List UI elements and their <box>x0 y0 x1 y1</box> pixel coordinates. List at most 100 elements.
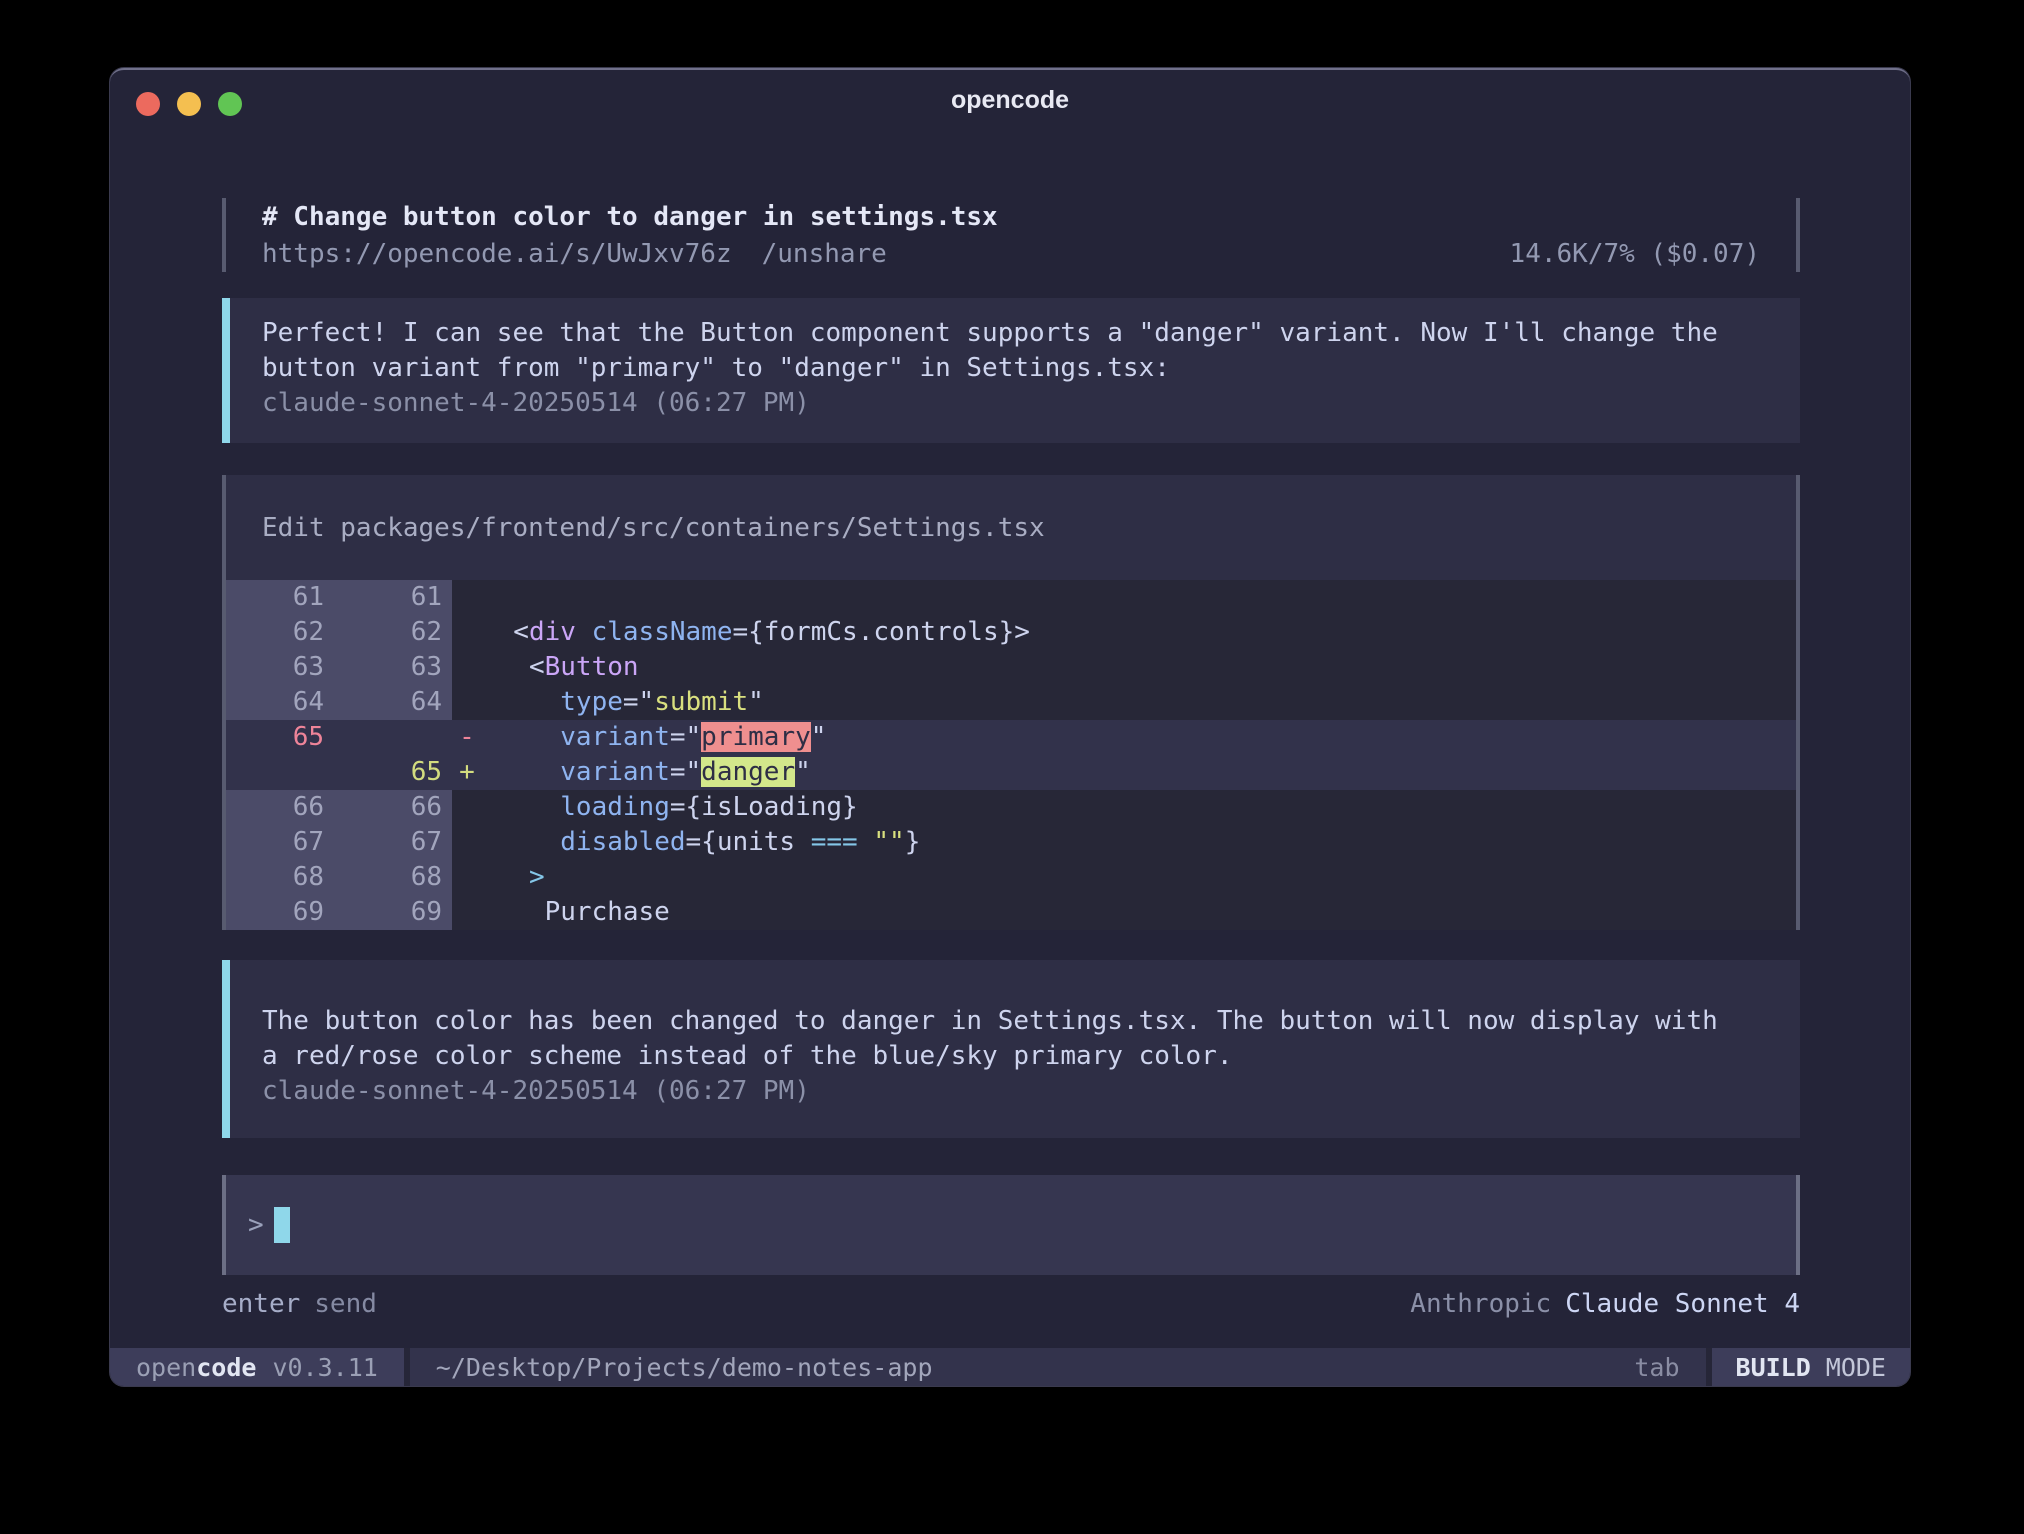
diff-row: 64 64 type="submit" <box>226 685 1796 720</box>
diff-table: 61 61 62 62 <div className={formCs.contr… <box>226 580 1796 930</box>
diff-row: 65 - variant="primary" <box>226 720 1796 755</box>
session-meta-row: https://opencode.ai/s/UwJxv76z /unshare … <box>262 236 1796 272</box>
old-line-number: 63 <box>226 650 324 685</box>
new-line-number: 69 <box>324 895 442 930</box>
new-line-number: 66 <box>324 790 442 825</box>
model-timestamp: claude-sonnet-4-20250514 (06:27 PM) <box>262 386 1770 421</box>
status-bar: opencode v0.3.11 ~/Desktop/Projects/demo-… <box>110 1348 1910 1386</box>
unshare-command[interactable]: /unshare <box>762 236 887 272</box>
new-line-number: 64 <box>324 685 442 720</box>
diff-gutter: 63 63 <box>226 650 452 685</box>
diff-code-line: variant="danger" <box>482 755 1796 790</box>
message-text: The button color has been changed to dan… <box>262 1004 1770 1039</box>
mode-label-build: BUILD <box>1736 1353 1811 1382</box>
old-line-number <box>226 755 324 790</box>
diff-sign <box>452 650 482 685</box>
diff-gutter: 65 <box>226 755 452 790</box>
new-line-number: 63 <box>324 650 442 685</box>
diff-row: 66 66 loading={isLoading} <box>226 790 1796 825</box>
old-line-number: 62 <box>226 615 324 650</box>
old-line-number: 61 <box>226 580 324 615</box>
diff-sign <box>452 825 482 860</box>
new-line-number: 62 <box>324 615 442 650</box>
diff-sign <box>452 790 482 825</box>
diff-sign <box>452 615 482 650</box>
provider-name: Anthropic <box>1410 1289 1551 1319</box>
assistant-message-2: The button color has been changed to dan… <box>222 960 1800 1138</box>
new-line-number: 61 <box>324 580 442 615</box>
diff-row: 69 69 Purchase <box>226 895 1796 930</box>
text-cursor <box>274 1207 290 1243</box>
token-usage: 14.6K/7% ($0.07) <box>1510 236 1760 272</box>
mode-label-mode: MODE <box>1826 1353 1886 1382</box>
diff-code-line: variant="primary" <box>482 720 1796 755</box>
mode-indicator: BUILD MODE <box>1712 1348 1910 1386</box>
session-header: # Change button color to danger in setti… <box>222 198 1800 272</box>
app-name-code: code <box>196 1353 256 1382</box>
diff-sign: + <box>452 755 482 790</box>
edit-tool-title: Edit packages/frontend/src/containers/Se… <box>226 475 1796 580</box>
old-line-number: 67 <box>226 825 324 860</box>
old-line-number: 69 <box>226 895 324 930</box>
prompt-symbol: > <box>248 1210 264 1240</box>
app-name-open: open <box>136 1353 196 1382</box>
new-line-number <box>324 720 442 755</box>
send-hint: enter send <box>222 1287 377 1322</box>
diff-code-line: > <box>482 860 1796 895</box>
edit-tool-block: Edit packages/frontend/src/containers/Se… <box>222 475 1800 930</box>
app-version-chip: opencode v0.3.11 <box>110 1348 404 1386</box>
message-text: a red/rose color scheme instead of the b… <box>262 1039 1770 1074</box>
diff-code-line: type="submit" <box>482 685 1796 720</box>
tab-key-hint: tab <box>1634 1353 1679 1382</box>
diff-gutter: 62 62 <box>226 615 452 650</box>
working-directory: ~/Desktop/Projects/demo-notes-app <box>436 1353 933 1382</box>
diff-row: 61 61 <box>226 580 1796 615</box>
opencode-window: opencode # Change button color to danger… <box>110 68 1910 1386</box>
new-line-number: 68 <box>324 860 442 895</box>
diff-gutter: 69 69 <box>226 895 452 930</box>
diff-code-line: loading={isLoading} <box>482 790 1796 825</box>
diff-code-line: <Button <box>482 650 1796 685</box>
old-line-number: 64 <box>226 685 324 720</box>
statusbar-divider <box>1706 1348 1712 1386</box>
diff-sign: - <box>452 720 482 755</box>
model-timestamp: claude-sonnet-4-20250514 (06:27 PM) <box>262 1074 1770 1109</box>
enter-key-hint: enter <box>222 1289 300 1319</box>
diff-row: 67 67 disabled={units === ""} <box>226 825 1796 860</box>
prompt-input[interactable]: > <box>222 1175 1800 1275</box>
diff-gutter: 66 66 <box>226 790 452 825</box>
diff-gutter: 68 68 <box>226 860 452 895</box>
diff-gutter: 61 61 <box>226 580 452 615</box>
model-name: Claude Sonnet 4 <box>1565 1289 1800 1319</box>
diff-sign <box>452 860 482 895</box>
share-url-link[interactable]: https://opencode.ai/s/UwJxv76z <box>262 236 732 272</box>
session-title: # Change button color to danger in setti… <box>262 198 1796 236</box>
assistant-message-1: Perfect! I can see that the Button compo… <box>222 298 1800 443</box>
old-line-number: 68 <box>226 860 324 895</box>
message-text: button variant from "primary" to "danger… <box>262 351 1770 386</box>
new-line-number: 67 <box>324 825 442 860</box>
window-title: opencode <box>110 86 1910 115</box>
diff-row: 63 63 <Button <box>226 650 1796 685</box>
statusbar-middle: ~/Desktop/Projects/demo-notes-app tab <box>410 1348 1706 1386</box>
main-content: # Change button color to danger in setti… <box>110 198 1910 1322</box>
model-indicator: Anthropic Claude Sonnet 4 <box>1410 1287 1800 1322</box>
diff-row: 65 + variant="danger" <box>226 755 1796 790</box>
diff-code-line <box>482 580 1796 615</box>
diff-row: 62 62 <div className={formCs.controls}> <box>226 615 1796 650</box>
title-bar: opencode <box>110 70 1910 130</box>
diff-row: 68 68 > <box>226 860 1796 895</box>
diff-code-line: Purchase <box>482 895 1796 930</box>
diff-sign <box>452 580 482 615</box>
diff-gutter: 65 <box>226 720 452 755</box>
diff-code-line: <div className={formCs.controls}> <box>482 615 1796 650</box>
footer-hints: enter send Anthropic Claude Sonnet 4 <box>222 1287 1800 1322</box>
app-version: v0.3.11 <box>272 1353 377 1382</box>
old-line-number: 66 <box>226 790 324 825</box>
diff-sign <box>452 895 482 930</box>
message-text: Perfect! I can see that the Button compo… <box>262 316 1770 351</box>
new-line-number: 65 <box>324 755 442 790</box>
old-line-number: 65 <box>226 720 324 755</box>
diff-gutter: 67 67 <box>226 825 452 860</box>
send-action-label: send <box>314 1289 377 1319</box>
